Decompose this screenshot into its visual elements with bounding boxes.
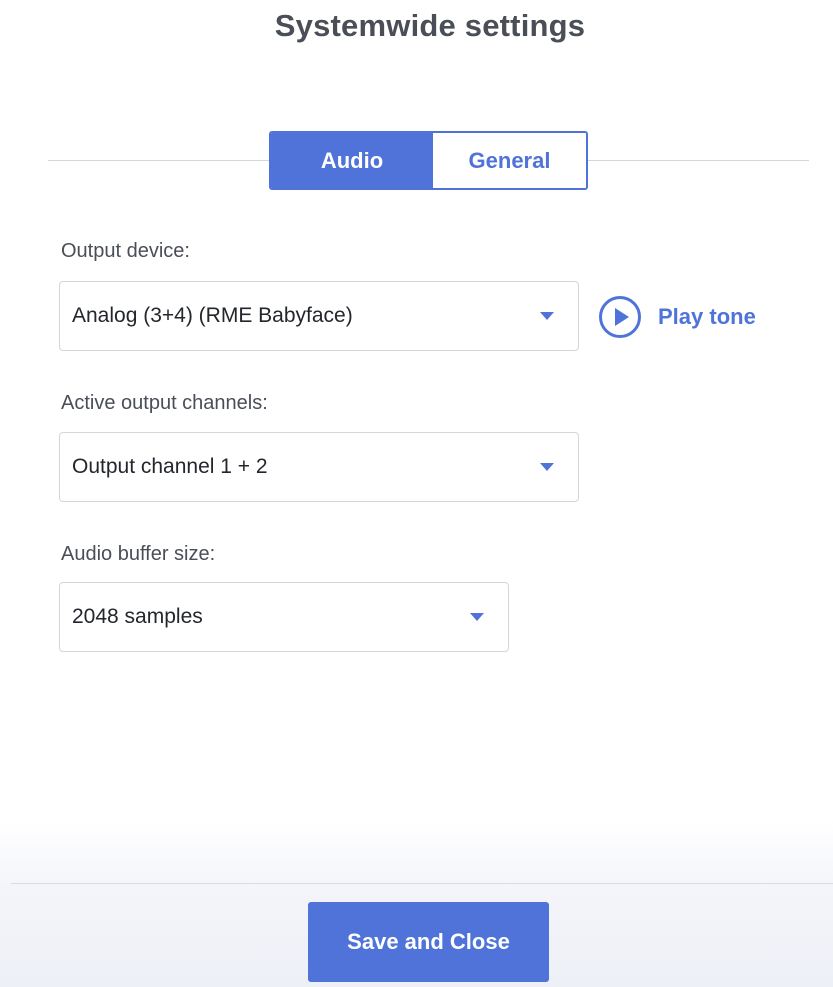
tab-bar: Audio General bbox=[269, 131, 588, 190]
output-device-value: Analog (3+4) (RME Babyface) bbox=[72, 304, 353, 327]
chevron-down-icon bbox=[540, 312, 554, 320]
footer-divider bbox=[11, 883, 833, 884]
tab-audio[interactable]: Audio bbox=[271, 133, 433, 188]
tab-divider-left bbox=[48, 160, 269, 161]
chevron-down-icon bbox=[540, 463, 554, 471]
audio-buffer-size-value: 2048 samples bbox=[72, 605, 203, 628]
save-and-close-button[interactable]: Save and Close bbox=[308, 902, 549, 982]
output-device-select[interactable]: Analog (3+4) (RME Babyface) bbox=[59, 281, 579, 351]
active-output-channels-select[interactable]: Output channel 1 + 2 bbox=[59, 432, 579, 502]
active-output-channels-value: Output channel 1 + 2 bbox=[72, 455, 268, 478]
audio-buffer-size-select[interactable]: 2048 samples bbox=[59, 582, 509, 652]
play-tone-button[interactable]: Play tone bbox=[598, 295, 756, 339]
audio-buffer-size-label: Audio buffer size: bbox=[61, 543, 216, 565]
tab-general[interactable]: General bbox=[433, 133, 586, 188]
settings-dialog: Systemwide settings Audio General Output… bbox=[0, 0, 833, 987]
page-title: Systemwide settings bbox=[274, 8, 586, 43]
chevron-down-icon bbox=[470, 613, 484, 621]
tab-divider-right bbox=[588, 160, 809, 161]
output-device-label: Output device: bbox=[61, 240, 190, 262]
play-tone-label: Play tone bbox=[658, 304, 756, 329]
active-output-channels-label: Active output channels: bbox=[61, 392, 268, 414]
play-circle-icon bbox=[599, 296, 641, 338]
